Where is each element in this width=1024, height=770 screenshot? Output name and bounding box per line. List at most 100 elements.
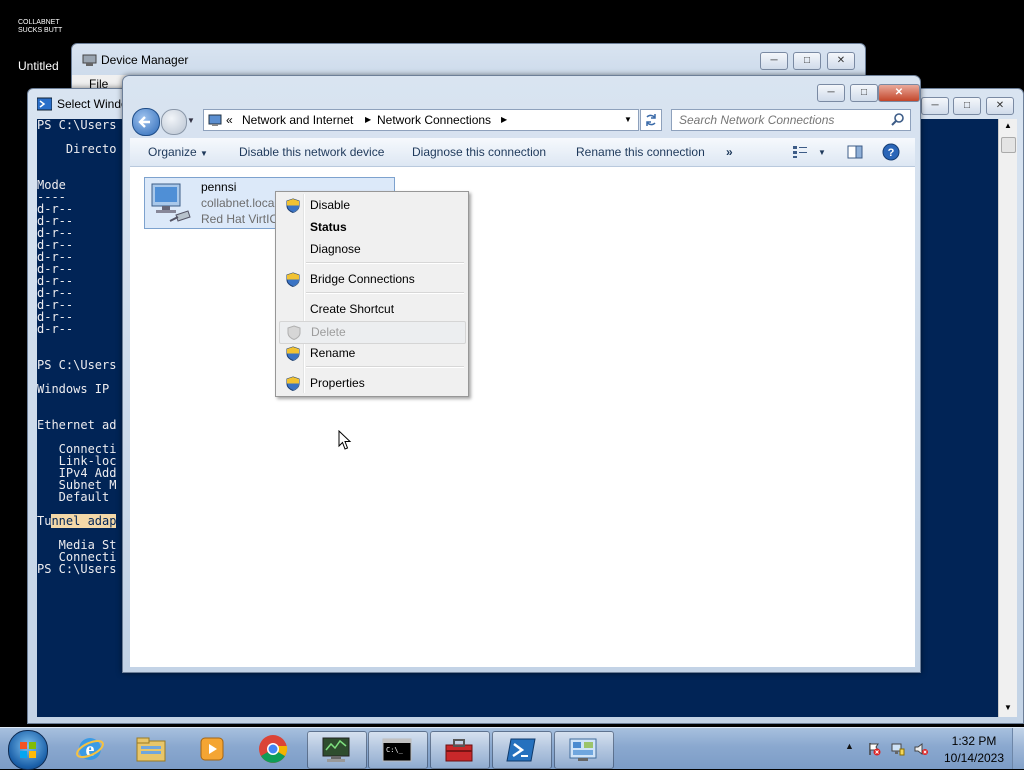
breadcrumb-network-connections[interactable]: Network Connections (377, 110, 491, 130)
uac-shield-icon (286, 376, 300, 391)
content-pane[interactable]: pennsi collabnet.loca Red Hat VirtIO (130, 167, 915, 667)
taskbar: e C:\_ ▲ 1:32 PM 10/14/2023 (0, 727, 1024, 770)
menu-item-label: Rename (310, 346, 356, 360)
device-manager-title: Device Manager (101, 53, 189, 67)
breadcrumb-network-and-internet[interactable]: Network and Internet (242, 110, 353, 130)
control-panel-icon (569, 738, 597, 761)
control-panel-button[interactable] (554, 731, 614, 769)
internet-explorer-button[interactable]: e (61, 731, 119, 767)
powershell-taskbar-button[interactable] (492, 731, 552, 769)
network-connections-window[interactable]: ─ □ ✕ ▼ « Network and Internet ▶ Network… (122, 75, 921, 673)
more-commands-button[interactable]: » (726, 138, 733, 166)
breadcrumb-separator-icon[interactable]: ▶ (501, 110, 507, 130)
search-input[interactable] (677, 111, 886, 129)
powershell-title: Select Windo (57, 97, 128, 111)
connection-network: collabnet.loca (201, 196, 275, 210)
menu-separator (306, 292, 464, 294)
media-player-button[interactable] (183, 731, 241, 767)
menu-item-diagnose[interactable]: Diagnose (279, 239, 464, 260)
menu-item-status[interactable]: Status (279, 217, 464, 238)
clock-date[interactable]: 10/14/2023 (940, 751, 1008, 765)
scroll-up-icon[interactable]: ▲ (1001, 121, 1015, 133)
menu-item-label: Delete (311, 325, 346, 339)
internet-explorer-icon: e (76, 738, 104, 761)
device-manager-icon (82, 54, 97, 66)
address-dropdown-icon[interactable]: ▼ (624, 110, 632, 130)
change-view-icon[interactable] (792, 145, 808, 159)
connection-name: pennsi (201, 180, 237, 194)
menu-item-label: Disable (310, 198, 351, 212)
diagnose-connection-button[interactable]: Diagnose this connection (412, 138, 546, 166)
device-manager-close-button[interactable]: ✕ (827, 52, 855, 70)
device-manager-maximize-button[interactable]: □ (793, 52, 821, 70)
menu-item-label: Diagnose (310, 242, 361, 256)
command-prompt-button[interactable]: C:\_ (368, 731, 428, 769)
refresh-button[interactable] (640, 109, 662, 131)
network-tray-icon[interactable] (891, 742, 905, 756)
powershell-scrollbar[interactable]: ▲ ▼ (998, 119, 1017, 717)
address-bar[interactable]: « Network and Internet ▶ Network Connect… (203, 109, 639, 131)
powershell-minimize-button[interactable]: ─ (921, 97, 949, 115)
breadcrumb-separator-icon[interactable]: ▶ (365, 110, 371, 130)
rename-connection-button[interactable]: Rename this connection (576, 138, 705, 166)
windows-explorer-icon (136, 737, 166, 762)
menu-item-properties[interactable]: Properties (279, 373, 464, 394)
menu-item-create-shortcut[interactable]: Create Shortcut (279, 299, 464, 320)
svg-text:C:\_: C:\_ (386, 746, 404, 754)
explorer-maximize-button[interactable]: □ (850, 84, 878, 102)
search-icon[interactable] (890, 112, 906, 128)
chrome-button[interactable] (244, 731, 302, 767)
menu-item-label: Status (310, 220, 347, 234)
desktop-icon-label[interactable]: COLLABNET SUCKS BUTT (18, 19, 78, 35)
toolbox-button[interactable] (430, 731, 490, 769)
forward-button[interactable] (161, 109, 187, 135)
clock-time[interactable]: 1:32 PM (946, 734, 1002, 748)
chrome-icon (259, 735, 288, 763)
network-adapter-icon (151, 183, 191, 222)
network-monitor-icon (322, 737, 350, 762)
network-monitor-button[interactable] (307, 731, 367, 769)
uac-shield-icon (286, 272, 300, 287)
media-player-icon (200, 737, 224, 761)
back-button[interactable] (132, 108, 160, 136)
show-desktop-button[interactable] (1012, 728, 1024, 769)
disabled-icon (287, 325, 301, 340)
menu-item-label: Create Shortcut (310, 302, 395, 316)
powershell-close-button[interactable]: ✕ (986, 97, 1014, 115)
network-folder-icon (208, 114, 222, 126)
preview-pane-icon[interactable] (847, 145, 863, 159)
explorer-minimize-button[interactable]: ─ (817, 84, 845, 102)
uac-shield-icon (286, 346, 300, 361)
menu-item-rename[interactable]: Rename (279, 343, 464, 364)
view-options-dropdown-icon[interactable]: ▼ (818, 148, 826, 157)
organize-button[interactable]: Organize ▼ (148, 138, 208, 168)
powershell-maximize-button[interactable]: □ (953, 97, 981, 115)
connection-device: Red Hat VirtIO (201, 212, 279, 226)
refresh-icon (646, 114, 656, 126)
help-icon[interactable]: ? (882, 143, 900, 161)
disable-device-button[interactable]: Disable this network device (239, 138, 384, 166)
recent-pages-chevron-icon[interactable]: ▼ (187, 116, 195, 125)
explorer-close-button[interactable]: ✕ (878, 84, 920, 102)
show-hidden-icons-button[interactable]: ▲ (845, 741, 854, 751)
svg-text:?: ? (888, 147, 895, 159)
breadcrumb-prefix[interactable]: « (226, 110, 233, 130)
action-center-flag-icon[interactable] (867, 742, 881, 756)
menu-item-disable[interactable]: Disable (279, 195, 464, 216)
command-prompt-icon: C:\_ (382, 738, 412, 762)
menu-item-label: Properties (310, 376, 365, 390)
organize-label: Organize (148, 145, 197, 159)
menu-item-label: Bridge Connections (310, 272, 415, 286)
scroll-down-icon[interactable]: ▼ (1001, 703, 1015, 715)
start-orb[interactable] (8, 730, 48, 770)
windows-explorer-button[interactable] (122, 731, 180, 767)
volume-muted-icon[interactable] (914, 742, 928, 756)
search-box[interactable] (671, 109, 911, 131)
mouse-cursor-icon (338, 430, 352, 450)
device-manager-minimize-button[interactable]: ─ (760, 52, 788, 70)
menu-item-bridge-connections[interactable]: Bridge Connections (279, 269, 464, 290)
scroll-thumb[interactable] (1001, 137, 1016, 153)
organize-dropdown-icon: ▼ (200, 149, 208, 158)
desktop-untitled-label[interactable]: Untitled (18, 59, 59, 73)
menu-separator (306, 366, 464, 368)
